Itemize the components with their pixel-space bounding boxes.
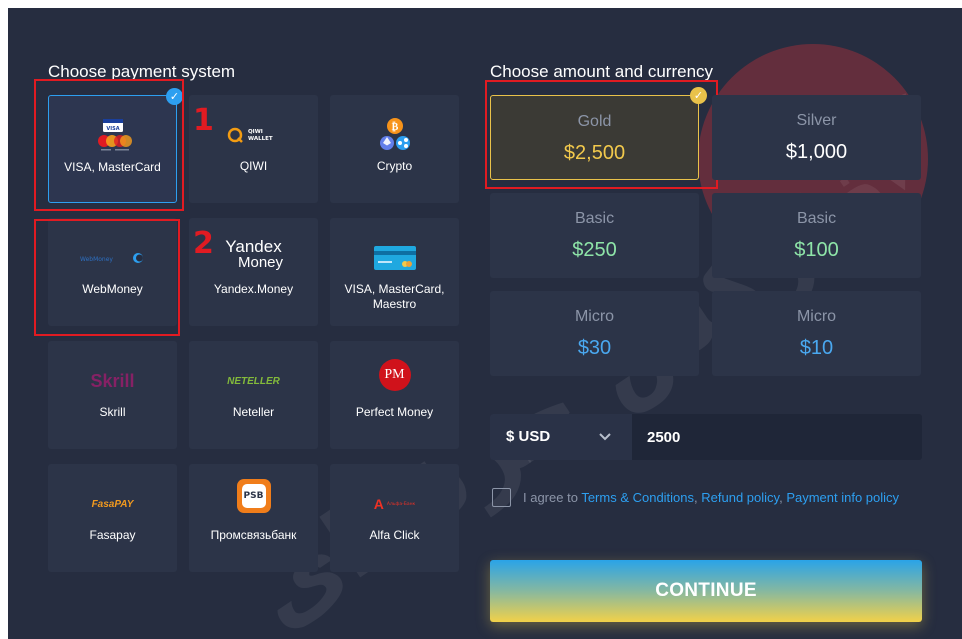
alfa-a-icon: A — [373, 496, 384, 512]
payment-method-label: Промсвязьбанк — [210, 528, 297, 542]
fasapay-logo: FasaPAY — [48, 486, 177, 522]
payment-method-label: VISA, MasterCard, Maestro — [344, 282, 445, 311]
payment-method-label: Perfect Money — [355, 405, 434, 419]
amount-value: $10 — [799, 337, 834, 359]
payment-method-fasapay[interactable]: FasaPAY Fasapay — [48, 464, 177, 572]
perfect-money-logo: PM — [330, 357, 459, 393]
refund-policy-link[interactable]: Refund policy — [701, 490, 779, 505]
amount-tier-label: Silver — [796, 112, 837, 129]
payment-method-perfect-money[interactable]: PM Perfect Money — [330, 341, 459, 449]
amount-tier-label: Micro — [796, 308, 837, 325]
amount-option-micro-10[interactable]: Micro $10 — [712, 291, 921, 376]
payment-method-alfa-click[interactable]: A Альфа-Банк Alfa Click — [330, 464, 459, 572]
amount-value: $100 — [794, 239, 839, 261]
payment-method-label: Crypto — [376, 159, 413, 173]
qiwi-icon: QIWI WALLET — [227, 127, 273, 143]
payment-method-visa-mastercard-maestro[interactable]: VISA, MasterCard, Maestro — [330, 218, 459, 326]
payment-method-label: QIWI — [239, 159, 268, 173]
svg-text:₿: ₿ — [391, 121, 398, 133]
payment-method-skrill[interactable]: Skrill Skrill — [48, 341, 177, 449]
amount-option-silver[interactable]: Silver $1,000 — [712, 95, 921, 180]
psb-logo: PSB — [189, 478, 318, 514]
amount-value: $30 — [577, 337, 612, 359]
amount-input[interactable] — [632, 414, 922, 460]
payment-method-crypto[interactable]: ₿ Crypto — [330, 95, 459, 203]
crypto-logo: ₿ — [330, 117, 459, 153]
skrill-logo: Skrill — [48, 363, 177, 399]
crypto-coins-icon: ₿ — [379, 118, 410, 150]
terms-link[interactable]: Terms & Conditions — [581, 490, 694, 505]
annotation-box-1 — [34, 79, 184, 211]
agree-checkbox[interactable] — [492, 488, 511, 507]
amount-option-basic-250[interactable]: Basic $250 — [490, 193, 699, 278]
amount-option-basic-100[interactable]: Basic $100 — [712, 193, 921, 278]
payment-info-policy-link[interactable]: Payment info policy — [786, 490, 899, 505]
amount-tier-label: Micro — [574, 308, 615, 325]
yandex-logo-text: Yandex — [225, 237, 282, 256]
amount-tier-label: Basic — [574, 210, 615, 227]
neteller-logo-text: NETELLER — [227, 375, 280, 387]
payment-method-neteller[interactable]: NETELLER Neteller — [189, 341, 318, 449]
pm-circle-icon: PM — [378, 359, 411, 391]
agreement-text: I agree to Terms & Conditions, Refund po… — [523, 490, 900, 505]
annotation-marker-1: 1 — [193, 103, 214, 138]
annotation-box-amount — [485, 80, 718, 189]
currency-select[interactable]: $ USD — [490, 414, 632, 460]
payment-method-promsvyazbank[interactable]: PSB Промсвязьбанк — [189, 464, 318, 572]
payment-method-label: Neteller — [232, 405, 275, 419]
annotation-box-2 — [34, 219, 180, 336]
skrill-logo-text: Skrill — [90, 370, 135, 391]
svg-text:QIWI: QIWI — [248, 129, 263, 135]
fasapay-logo-text: FasaPAY — [91, 498, 134, 510]
chevron-down-icon — [599, 433, 611, 441]
continue-button[interactable]: CONTINUE — [490, 560, 922, 622]
psb-icon: PSB — [236, 479, 271, 513]
credit-card-icon — [373, 246, 416, 270]
amount-tier-label: Basic — [796, 210, 837, 227]
currency-amount-row: $ USD — [490, 414, 922, 460]
amount-value: $1,000 — [785, 141, 848, 163]
payment-method-label: Skrill — [99, 405, 126, 419]
svg-text:WALLET: WALLET — [248, 136, 273, 142]
amount-value: $250 — [572, 239, 617, 261]
alfa-click-logo: A Альфа-Банк — [373, 496, 416, 512]
annotation-marker-2: 2 — [193, 226, 214, 261]
amount-option-micro-30[interactable]: Micro $30 — [490, 291, 699, 376]
currency-select-value: $ USD — [506, 428, 551, 445]
payment-method-label: Yandex.Money — [213, 282, 294, 296]
money-logo-text: Money — [237, 254, 284, 271]
payment-panel: فارکس حرفه‌ای Choose payment system VISA… — [8, 8, 962, 639]
payment-method-label: Alfa Click — [369, 528, 420, 542]
bank-card-logo — [330, 240, 459, 276]
amount-currency-title: Choose amount and currency — [490, 62, 714, 81]
neteller-logo: NETELLER — [189, 363, 318, 399]
payment-method-label: Fasapay — [89, 528, 136, 542]
